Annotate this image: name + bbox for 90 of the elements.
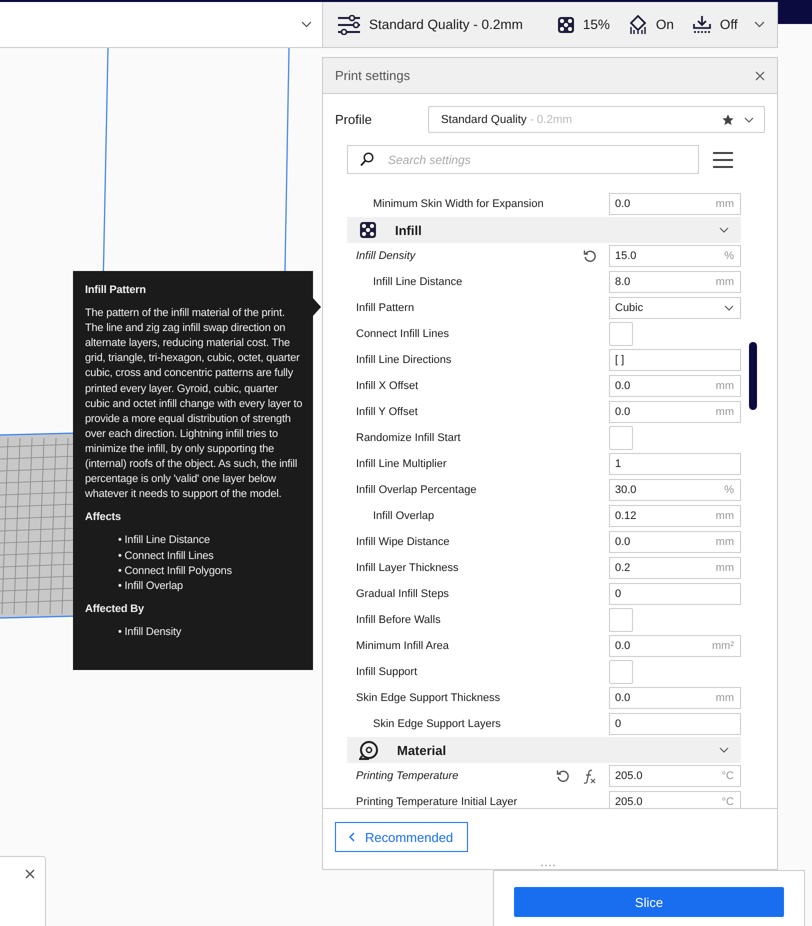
tooltip-text: The pattern of the infill material of the print. The line and zig zag infill swap direction on alternate layers, reducing material cost. The grid, triangle, tri-hexagon, cubic, octet, quarter cubic, cross and concentric patterns are fully printed every layer. Gyroid, cubic, quarter cubic and octet infill change with every layer to provide a more equal distribution of strength over each direction. Lightning infill tries to minimize the infill, by only supporting the (internal) roofs of the object. As such, the infill percentage is only 'valid' one layer below whatever it needs to support of the model. xyxy=(85,306,303,502)
setting-label: Infill Line Multiplier xyxy=(355,458,448,470)
setting-label: Gradual Infill Steps xyxy=(355,588,450,600)
support-icon xyxy=(628,14,648,34)
profile-label: Profile xyxy=(335,112,373,127)
setting-field[interactable]: 0.2 mm xyxy=(609,557,741,579)
setting-label: Skin Edge Support Thickness xyxy=(355,692,502,704)
setting-label: Infill X Offset xyxy=(355,380,420,392)
tooltip-list-item: • Infill Line Distance xyxy=(117,533,211,548)
tooltip-list-item: • Infill Density xyxy=(117,624,182,640)
adhesion-icon xyxy=(692,14,712,34)
setting-label: Printing Temperature xyxy=(355,770,460,782)
setting-field[interactable]: 0.0 mm xyxy=(609,401,741,423)
tooltip-list-item: • Connect Infill Polygons xyxy=(117,564,233,579)
close-icon[interactable] xyxy=(755,70,765,80)
setting-field[interactable]: 0 xyxy=(609,583,741,605)
setting-field[interactable]: 15.0 % xyxy=(609,245,741,267)
setting-field[interactable]: 0 xyxy=(609,713,741,735)
setting-label: Infill Pattern xyxy=(355,302,416,314)
category-header[interactable]: Material xyxy=(347,737,741,763)
search-icon xyxy=(360,152,374,167)
menu-icon[interactable] xyxy=(713,152,733,168)
setting-label: Randomize Infill Start xyxy=(355,432,462,444)
setting-label: Infill Support xyxy=(355,666,418,678)
reset-icon[interactable] xyxy=(583,249,597,263)
setting-field[interactable]: 30.0 % xyxy=(609,479,741,501)
setting-checkbox[interactable] xyxy=(609,322,633,346)
setting-label: Infill Overlap xyxy=(372,510,436,522)
chevron-down-icon xyxy=(301,21,312,28)
adhesion-label: Off xyxy=(720,17,738,32)
chevron-down-icon xyxy=(719,745,729,755)
setting-field[interactable]: 0.12 mm xyxy=(609,505,741,527)
resize-handle-icon[interactable] xyxy=(541,864,555,867)
chevron-down-icon xyxy=(724,305,734,311)
setting-label: Connect Infill Lines xyxy=(355,328,450,340)
setting-label: Infill Density xyxy=(355,250,417,262)
setting-label: Skin Edge Support Layers xyxy=(372,718,502,730)
star-icon[interactable] xyxy=(722,114,734,126)
settings-sliders-icon xyxy=(337,14,361,34)
setting-label: Infill Line Directions xyxy=(355,354,452,366)
setting-checkbox[interactable] xyxy=(609,660,633,684)
scrollbar-thumb[interactable] xyxy=(749,342,757,410)
setting-field[interactable]: 205.0 °C xyxy=(609,791,741,808)
tooltip-heading: Affected By xyxy=(85,602,145,617)
setting-label: Minimum Infill Area xyxy=(355,640,450,652)
setting-field[interactable]: 0.0 mm² xyxy=(609,635,741,657)
search-field[interactable]: Search settings xyxy=(347,145,699,174)
reset-icon[interactable] xyxy=(556,769,570,783)
setting-label: Infill Line Distance xyxy=(372,276,464,288)
profile-dropdown[interactable]: Standard Quality - 0.2mm xyxy=(428,106,765,133)
tooltip-list-item: • Infill Overlap xyxy=(117,578,184,594)
setting-field[interactable]: 0.0 mm xyxy=(609,193,741,215)
setting-label: Infill Layer Thickness xyxy=(355,562,460,574)
tooltip-title: Infill Pattern xyxy=(85,283,147,298)
setting-checkbox[interactable] xyxy=(609,608,633,632)
function-icon[interactable] xyxy=(583,768,597,784)
setting-label: Infill Overlap Percentage xyxy=(355,484,478,496)
chevron-down-icon xyxy=(719,225,729,235)
support-label: On xyxy=(656,17,674,32)
setting-field[interactable]: 0.0 mm xyxy=(609,375,741,397)
setting-label: Printing Temperature Initial Layer xyxy=(355,796,518,808)
setting-field[interactable]: 0.0 mm xyxy=(609,531,741,553)
setting-label: Infill Before Walls xyxy=(355,614,442,626)
setting-field[interactable]: [ ] xyxy=(609,349,741,371)
tooltip-heading: Affects xyxy=(85,510,122,526)
category-header[interactable]: Infill xyxy=(347,217,741,243)
chevron-left-icon xyxy=(348,832,355,842)
infill-pattern-icon xyxy=(556,16,575,34)
setting-field[interactable]: 1 xyxy=(609,453,741,475)
chevron-down-icon xyxy=(744,116,754,122)
setting-label: Minimum Skin Width for Expansion xyxy=(372,198,545,210)
infill-pattern-icon xyxy=(359,221,377,239)
setting-field[interactable]: 8.0 mm xyxy=(609,271,741,293)
slice-button[interactable]: Slice xyxy=(514,887,784,917)
panel-title: Print settings xyxy=(335,68,410,83)
spool-icon xyxy=(359,740,379,760)
search-input[interactable]: Search settings xyxy=(386,152,666,168)
setting-field[interactable]: 205.0 °C xyxy=(609,765,741,787)
setting-dropdown[interactable]: Cubic xyxy=(609,297,741,319)
quality-profile-label: Standard Quality - 0.2mm xyxy=(369,17,523,32)
chevron-down-icon xyxy=(754,21,765,28)
infill-label: 15% xyxy=(582,17,610,32)
close-icon[interactable] xyxy=(25,869,35,879)
setting-label: Infill Wipe Distance xyxy=(355,536,451,548)
tooltip-list-item: • Connect Infill Lines xyxy=(117,548,215,564)
recommended-button[interactable]: Recommended xyxy=(335,822,468,852)
setting-field[interactable]: 0.0 mm xyxy=(609,687,741,709)
setting-label: Infill Y Offset xyxy=(355,406,419,418)
print-setup-bar[interactable]: Standard Quality - 0.2mm 15% On Off xyxy=(322,2,778,48)
setting-checkbox[interactable] xyxy=(609,426,633,450)
